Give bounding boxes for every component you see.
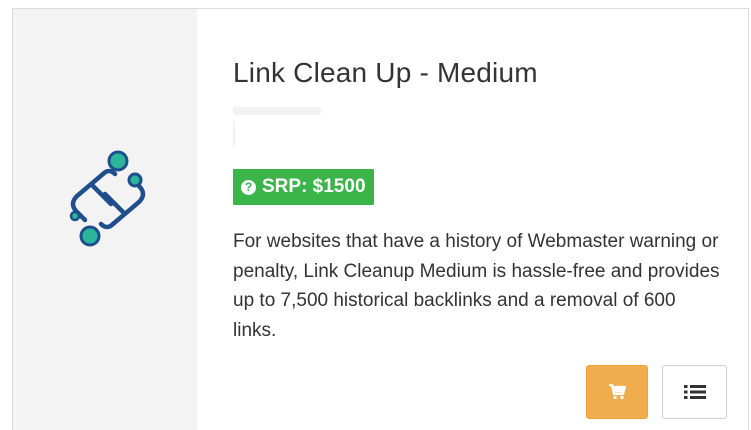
broken-chain-link-icon xyxy=(63,144,153,254)
shopping-cart-icon xyxy=(609,384,626,400)
question-circle-icon[interactable]: ? xyxy=(241,179,256,195)
product-card: Link Clean Up - Medium ? SRP: $1500 For … xyxy=(12,8,749,430)
divider xyxy=(233,107,321,115)
add-to-cart-button[interactable] xyxy=(586,365,648,419)
product-details: Link Clean Up - Medium ? SRP: $1500 For … xyxy=(197,9,748,430)
srp-badge: ? SRP: $1500 xyxy=(233,169,374,205)
srp-label: SRP: $1500 xyxy=(262,176,366,197)
details-list-button[interactable] xyxy=(662,365,727,419)
list-icon xyxy=(683,385,706,399)
product-title: Link Clean Up - Medium xyxy=(233,57,538,88)
divider xyxy=(233,121,235,147)
product-icon-panel xyxy=(13,9,197,430)
product-description: For websites that have a history of Webm… xyxy=(233,231,720,341)
